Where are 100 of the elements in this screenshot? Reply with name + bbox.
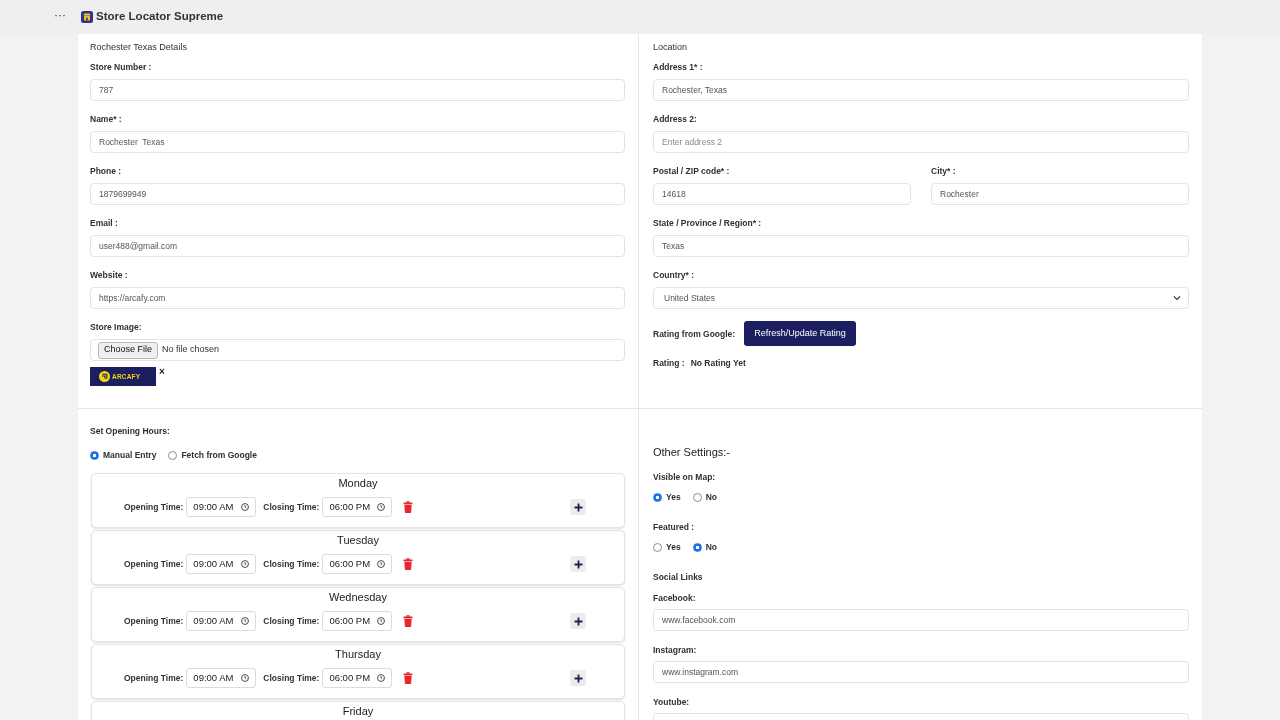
- file-input[interactable]: Choose File No file chosen: [90, 339, 625, 361]
- clock-icon: [241, 674, 250, 682]
- plus-icon: [573, 673, 583, 683]
- time-label: Opening Time:: [124, 500, 184, 514]
- field-label: Facebook:: [653, 592, 697, 604]
- field-label: Store Number :: [90, 61, 153, 73]
- clock-icon: [377, 617, 386, 625]
- plus-icon: [573, 559, 583, 569]
- remove-image-button[interactable]: ×: [159, 367, 165, 377]
- time-field[interactable]: 06:00 PM: [322, 554, 393, 574]
- radio-label: Yes: [666, 490, 681, 504]
- field-label: Instagram:: [653, 644, 698, 656]
- field-label: Address 1* :: [653, 61, 704, 73]
- radio-button[interactable]: [653, 543, 662, 552]
- radio-label: Manual Entry: [103, 448, 157, 462]
- radio-button[interactable]: [90, 451, 99, 460]
- add-time-button[interactable]: [570, 670, 586, 686]
- text-field[interactable]: user488@gmail.com: [90, 235, 625, 257]
- rating-value: No Rating Yet: [690, 357, 746, 369]
- text-field[interactable]: Texas: [653, 235, 1189, 257]
- add-time-button[interactable]: [570, 556, 586, 572]
- time-label: Closing Time:: [263, 671, 320, 685]
- time-field[interactable]: 09:00 AM: [186, 554, 257, 574]
- time-label: Closing Time:: [263, 500, 320, 514]
- clock-icon: [377, 503, 386, 511]
- app-title: Store Locator Supreme: [96, 9, 224, 25]
- text-field[interactable]: https://arcafy.com: [90, 287, 625, 309]
- radio-button[interactable]: [653, 493, 662, 502]
- field-label: Email :: [90, 217, 119, 229]
- clock-icon: [241, 503, 250, 511]
- field-label: Visible on Map:: [653, 471, 717, 483]
- time-field[interactable]: 06:00 PM: [322, 611, 393, 631]
- text-field[interactable]: Enter address 2: [653, 131, 1189, 153]
- time-field[interactable]: 09:00 AM: [186, 668, 257, 688]
- text-field[interactable]: www.facebook.com: [653, 609, 1189, 631]
- file-status-text: No file chosen: [162, 343, 220, 357]
- clock-icon: [377, 560, 386, 568]
- radio-label: No: [705, 490, 717, 504]
- trash-icon[interactable]: [403, 558, 414, 570]
- trash-icon[interactable]: [403, 672, 414, 684]
- time-field[interactable]: 09:00 AM: [186, 611, 257, 631]
- radio-button[interactable]: [692, 493, 702, 502]
- radio-button[interactable]: [692, 543, 702, 552]
- add-time-button[interactable]: [570, 613, 586, 629]
- section-heading: Set Opening Hours:: [90, 425, 171, 437]
- section-heading: Location: [653, 41, 689, 53]
- field-label: State / Province / Region* :: [653, 217, 763, 229]
- text-field[interactable]: 1879699949: [90, 183, 625, 205]
- day-name: Wednesday: [328, 591, 388, 603]
- field-label: Website :: [90, 269, 129, 281]
- section-heading: Rochester Texas Details: [90, 41, 188, 53]
- text-field[interactable]: Rochester, Texas: [653, 79, 1189, 101]
- choose-file-button[interactable]: Choose File: [98, 341, 159, 359]
- add-time-button[interactable]: [570, 499, 586, 515]
- field-label: Postal / ZIP code* :: [653, 165, 731, 177]
- text-field[interactable]: Rochester: [931, 183, 1189, 205]
- day-name: Thursday: [334, 648, 382, 660]
- clock-icon: [241, 617, 250, 625]
- time-field[interactable]: 06:00 PM: [322, 668, 393, 688]
- plus-icon: [573, 616, 583, 626]
- field-label: Country* :: [653, 269, 696, 281]
- clock-icon: [377, 674, 386, 682]
- day-name: Tuesday: [336, 534, 380, 546]
- day-name: Friday: [341, 705, 375, 717]
- text-field[interactable]: Rochester Texas: [90, 131, 625, 153]
- text-field[interactable]: 787: [90, 79, 625, 101]
- time-label: Closing Time:: [263, 557, 320, 571]
- radio-label: No: [705, 540, 717, 554]
- section-heading: Social Links: [653, 571, 704, 583]
- field-label: Youtube:: [653, 696, 691, 708]
- trash-icon[interactable]: [403, 501, 414, 513]
- field-label: Store Image:: [90, 321, 143, 333]
- logo-mark-icon: [99, 371, 110, 382]
- store-icon: [81, 11, 93, 23]
- radio-label: Fetch from Google: [181, 448, 257, 462]
- clock-icon: [241, 560, 250, 568]
- time-label: Opening Time:: [124, 614, 184, 628]
- radio-button[interactable]: [168, 451, 178, 460]
- text-field[interactable]: 14618: [653, 183, 911, 205]
- radio-label: Yes: [666, 540, 681, 554]
- field-label: Name* :: [90, 113, 123, 125]
- trash-icon[interactable]: [403, 615, 414, 627]
- time-field[interactable]: 09:00 AM: [186, 497, 257, 517]
- refresh-rating-button[interactable]: Refresh/Update Rating: [744, 321, 856, 346]
- more-menu[interactable]: ···: [54, 8, 66, 26]
- time-label: Closing Time:: [263, 614, 320, 628]
- day-name: Monday: [337, 477, 379, 489]
- time-label: Opening Time:: [124, 671, 184, 685]
- section-heading: Other Settings:-: [653, 445, 732, 459]
- field-label: Phone :: [90, 165, 123, 177]
- text-field[interactable]: www.instagram.com: [653, 661, 1189, 683]
- plus-icon: [573, 502, 583, 512]
- field-label: Address 2:: [653, 113, 698, 125]
- time-label: Opening Time:: [124, 557, 184, 571]
- chevron-down-icon: [1173, 294, 1181, 302]
- rating-label: Rating :: [653, 357, 685, 369]
- field-label: Featured :: [653, 521, 696, 533]
- time-field[interactable]: 06:00 PM: [322, 497, 393, 517]
- country-select[interactable]: United States: [653, 287, 1189, 309]
- rating-source-label: Rating from Google:: [653, 327, 736, 340]
